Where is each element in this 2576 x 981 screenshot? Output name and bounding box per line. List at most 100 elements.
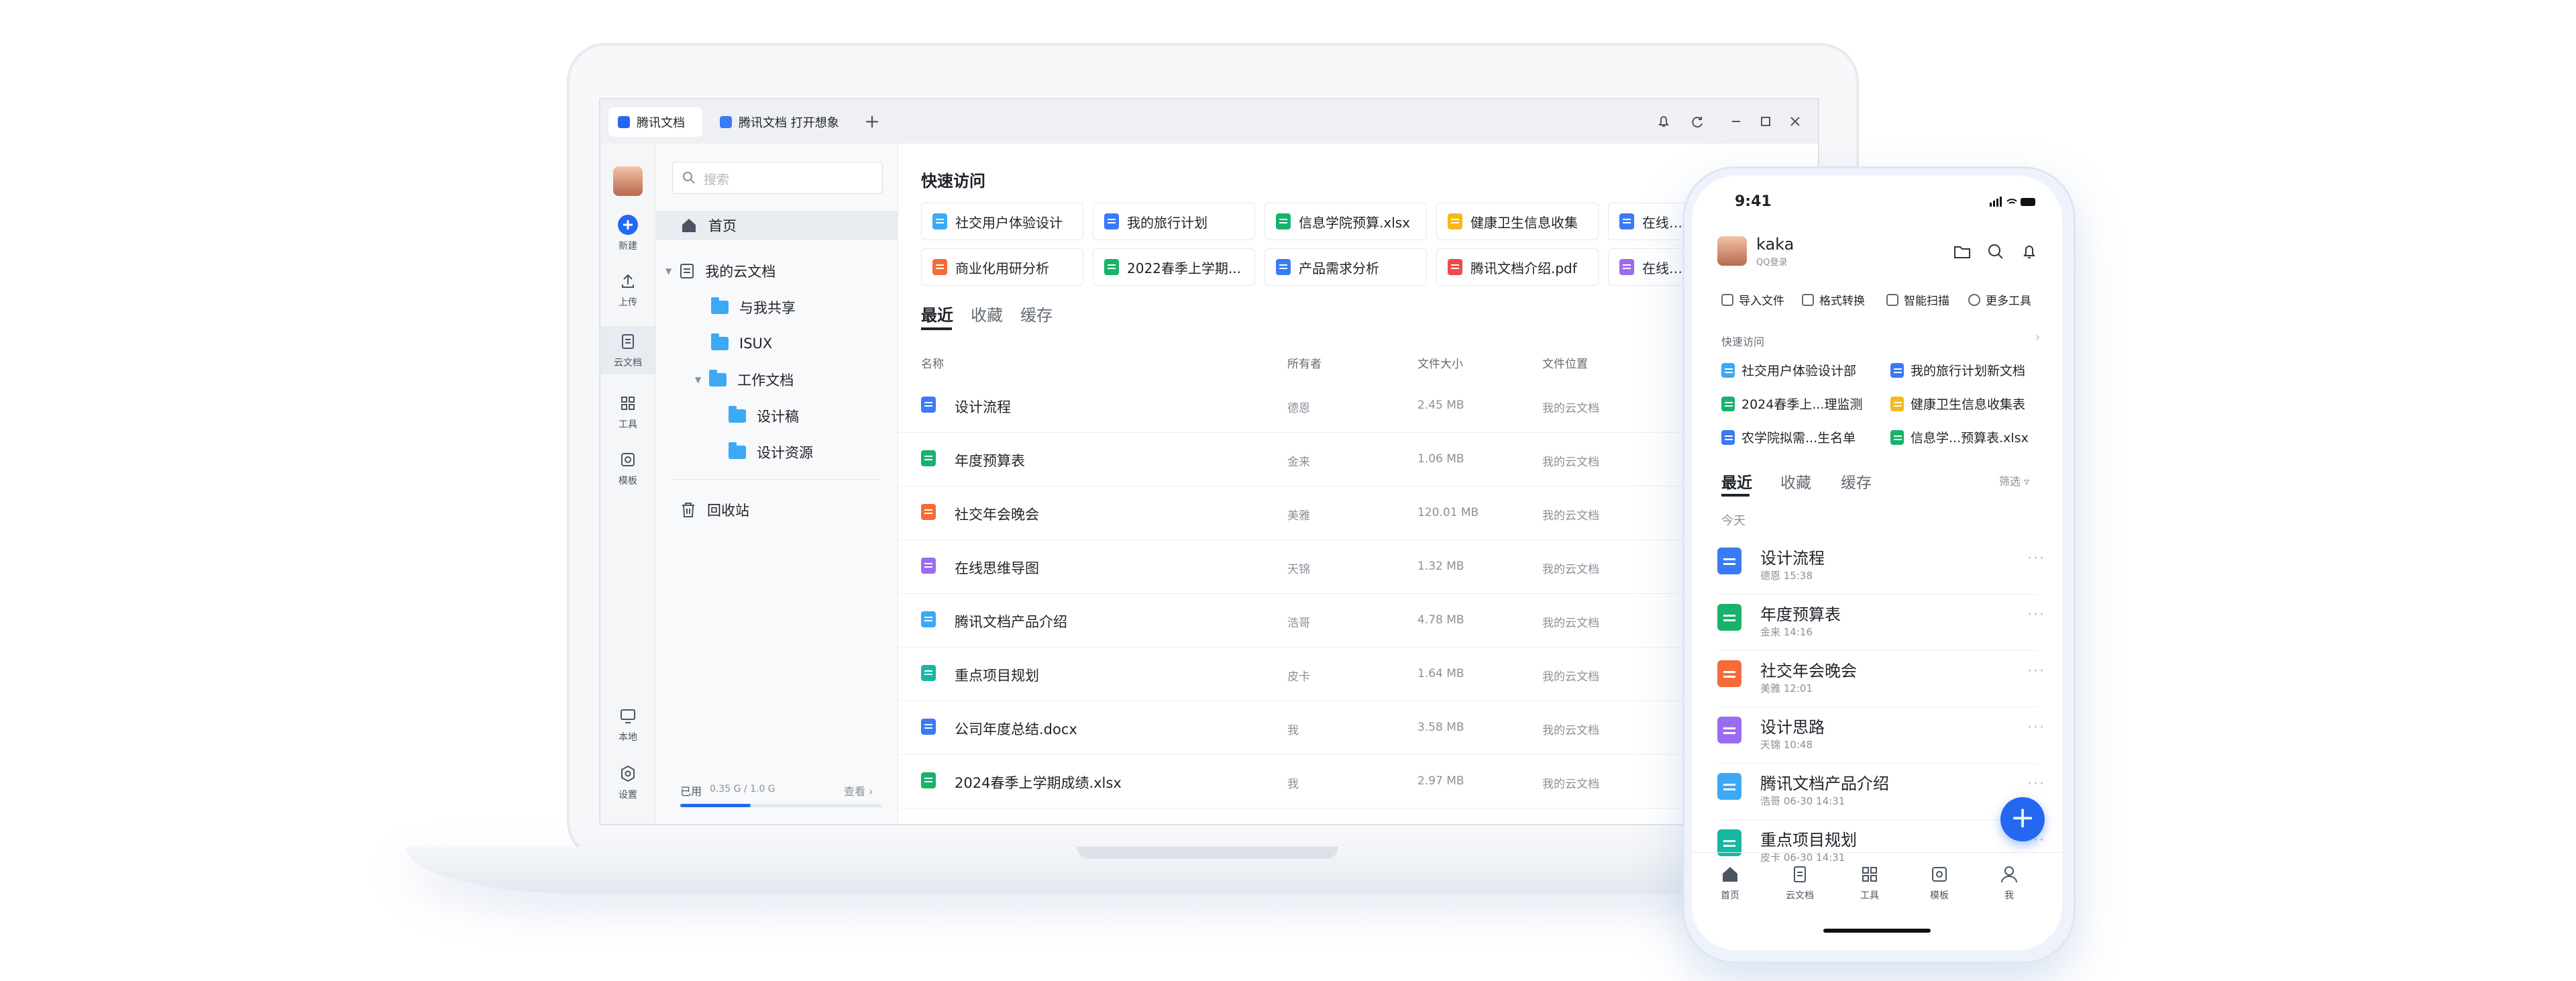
file-location: 我的云文档	[1542, 509, 1599, 523]
sidebar-item-isux[interactable]: ISUX	[711, 329, 772, 358]
list-item[interactable]: 设计流程 德恩 15:38 ···	[1692, 538, 2062, 595]
quick-access-label: 腾讯文档介绍.pdf	[1470, 260, 1577, 276]
sidebar-item-home[interactable]: 首页	[656, 211, 898, 240]
tool-more[interactable]: 更多工具	[1968, 291, 2031, 308]
table-row[interactable]: 在线思维导图 天锦 1.32 MB 我的云文档	[898, 539, 1818, 594]
nav-home[interactable]: 首页	[1700, 864, 1760, 902]
sidebar-item-work[interactable]: ▼ 工作文档	[695, 365, 794, 395]
rail-upload[interactable]: 上传	[600, 271, 655, 309]
quick-access-card[interactable]: 我的旅行计划	[1093, 203, 1255, 240]
sidebar-item-label: 设计资源	[757, 445, 813, 461]
sidebar-item-trash[interactable]: 回收站	[680, 495, 749, 525]
nav-templates[interactable]: 模板	[1909, 864, 1970, 902]
tab-favorites[interactable]: 收藏	[971, 302, 1003, 325]
bell-icon[interactable]	[1654, 111, 1674, 132]
fab-new-button[interactable]: +	[2000, 797, 2045, 841]
more-options-icon[interactable]: ···	[2027, 719, 2045, 736]
new-tab-button[interactable]: +	[862, 111, 882, 132]
folder-icon[interactable]	[1952, 242, 1972, 262]
quick-access-card[interactable]: 信息学院预算.xlsx	[1265, 203, 1427, 240]
user-name: kaka	[1756, 235, 1794, 254]
chevron-right-icon[interactable]: ›	[2035, 330, 2040, 344]
tab-tencent-docs-open[interactable]: 腾讯文档 打开想象	[710, 107, 857, 137]
file-size: 120.01 MB	[1417, 506, 1479, 519]
quick-access-card[interactable]: 产品需求分析	[1265, 248, 1427, 286]
rail-local[interactable]: 本地	[600, 706, 655, 743]
close-icon[interactable]	[1785, 111, 1805, 132]
folder-icon	[711, 333, 729, 350]
storage-view-link[interactable]: 查看 ›	[844, 782, 873, 798]
tab-tencent-docs[interactable]: 腾讯文档	[608, 107, 702, 137]
mind-file-icon	[1619, 259, 1634, 275]
nav-tools[interactable]: 工具	[1839, 864, 1900, 902]
tab-favorites[interactable]: 收藏	[1780, 470, 1811, 493]
monitor-icon	[621, 709, 635, 723]
tab-recent[interactable]: 最近	[921, 302, 953, 325]
tab-recent[interactable]: 最近	[1721, 470, 1752, 493]
column-header-name[interactable]: 名称	[921, 354, 944, 371]
quick-access-item[interactable]: 社交用户体验设计部	[1721, 361, 1856, 379]
sidebar-item-my-cloud[interactable]: ▼ 我的云文档	[665, 256, 775, 286]
quick-access-card[interactable]: 2022春季上学期...	[1093, 248, 1255, 286]
table-row[interactable]: 公司年度总结.docx 我 3.58 MB 我的云文档	[898, 701, 1818, 755]
rail-settings[interactable]: 设置	[600, 764, 655, 801]
more-options-icon[interactable]: ···	[2027, 607, 2045, 623]
rail-templates[interactable]: 模板	[600, 450, 655, 487]
rail-cloud-docs[interactable]: 云文档	[600, 326, 655, 374]
search-icon[interactable]	[1986, 242, 2006, 262]
quick-access-label: 产品需求分析	[1299, 260, 1379, 276]
more-options-icon[interactable]: ···	[2027, 663, 2045, 680]
column-header-owner[interactable]: 所有者	[1287, 354, 1322, 371]
more-options-icon[interactable]: ···	[2027, 550, 2045, 567]
quick-access-item[interactable]: 信息学...预算表.xlsx	[1890, 428, 2029, 446]
maximize-icon[interactable]	[1756, 111, 1776, 132]
nav-cloud-docs[interactable]: 云文档	[1770, 864, 1830, 902]
sidebar-item-design-resources[interactable]: 设计资源	[729, 437, 813, 467]
table-row[interactable]: 社交年会晚会 美雅 120.01 MB 我的云文档	[898, 486, 1818, 540]
table-row[interactable]: 设计流程 德恩 2.45 MB 我的云文档	[898, 378, 1818, 433]
slide-file-icon	[932, 259, 947, 275]
nav-me[interactable]: 我	[1979, 864, 2039, 902]
more-options-icon[interactable]: ···	[2027, 776, 2045, 792]
list-item[interactable]: 设计思路 天锦 10:48 ···	[1692, 707, 2062, 764]
quick-access-card[interactable]: 健康卫生信息收集	[1436, 203, 1599, 240]
quick-access-card[interactable]: 社交用户体验设计	[921, 203, 1083, 240]
tab-cache[interactable]: 缓存	[1020, 302, 1053, 325]
table-row[interactable]: 重点项目规划 皮卡 1.64 MB 我的云文档	[898, 647, 1818, 701]
sidebar-item-shared[interactable]: 与我共享	[711, 293, 796, 322]
rail-new[interactable]: 新建	[600, 215, 655, 252]
tool-import[interactable]: 导入文件	[1721, 291, 1784, 308]
refresh-icon[interactable]	[1687, 111, 1707, 132]
quick-access-card[interactable]: 商业化用研分析	[921, 248, 1083, 286]
quick-access-card[interactable]: 腾讯文档介绍.pdf	[1436, 248, 1599, 286]
quick-access-item[interactable]: 农学院拟需...生名单	[1721, 428, 1856, 446]
quick-access-item[interactable]: 2024春季上...理监测	[1721, 395, 1862, 413]
quick-access-item[interactable]: 健康卫生信息收集表	[1890, 395, 2025, 413]
bell-icon[interactable]	[2019, 242, 2039, 262]
minimize-icon[interactable]	[1726, 111, 1746, 132]
rail-label: 本地	[619, 732, 637, 743]
search-input[interactable]: 搜索	[672, 162, 883, 194]
quick-access-item[interactable]: 我的旅行计划新文档	[1890, 361, 2025, 379]
rail-tools[interactable]: 工具	[600, 393, 655, 431]
rail-label: 上传	[619, 297, 637, 308]
tab-cache[interactable]: 缓存	[1841, 470, 1872, 493]
cloud-doc-icon	[680, 264, 694, 278]
list-item[interactable]: 年度预算表 金来 14:16 ···	[1692, 595, 2062, 651]
table-row[interactable]: 年度预算表 金来 1.06 MB 我的云文档	[898, 432, 1818, 486]
avatar[interactable]	[1717, 236, 1747, 266]
slide-file-icon	[921, 504, 936, 520]
table-row[interactable]: 2024春季上学期成绩.xlsx 我 2.97 MB 我的云文档	[898, 754, 1818, 809]
avatar[interactable]	[613, 166, 643, 196]
tool-scan[interactable]: 智能扫描	[1886, 291, 1949, 308]
column-header-location[interactable]: 文件位置	[1542, 354, 1588, 371]
tool-convert[interactable]: 格式转换	[1802, 291, 1865, 308]
sheet-file-icon	[1721, 396, 1735, 411]
sidebar-item-design-draft[interactable]: 设计稿	[729, 401, 799, 431]
column-header-size[interactable]: 文件大小	[1417, 354, 1463, 371]
quick-access-label: 社交用户体验设计	[955, 214, 1063, 231]
table-row[interactable]: 腾讯文档产品介绍 浩哥 4.78 MB 我的云文档	[898, 593, 1818, 648]
list-item[interactable]: 社交年会晚会 美雅 12:01 ···	[1692, 651, 2062, 707]
grid-tools-icon	[1862, 867, 1877, 882]
filter-button[interactable]: 筛选 ▿	[1999, 472, 2029, 488]
